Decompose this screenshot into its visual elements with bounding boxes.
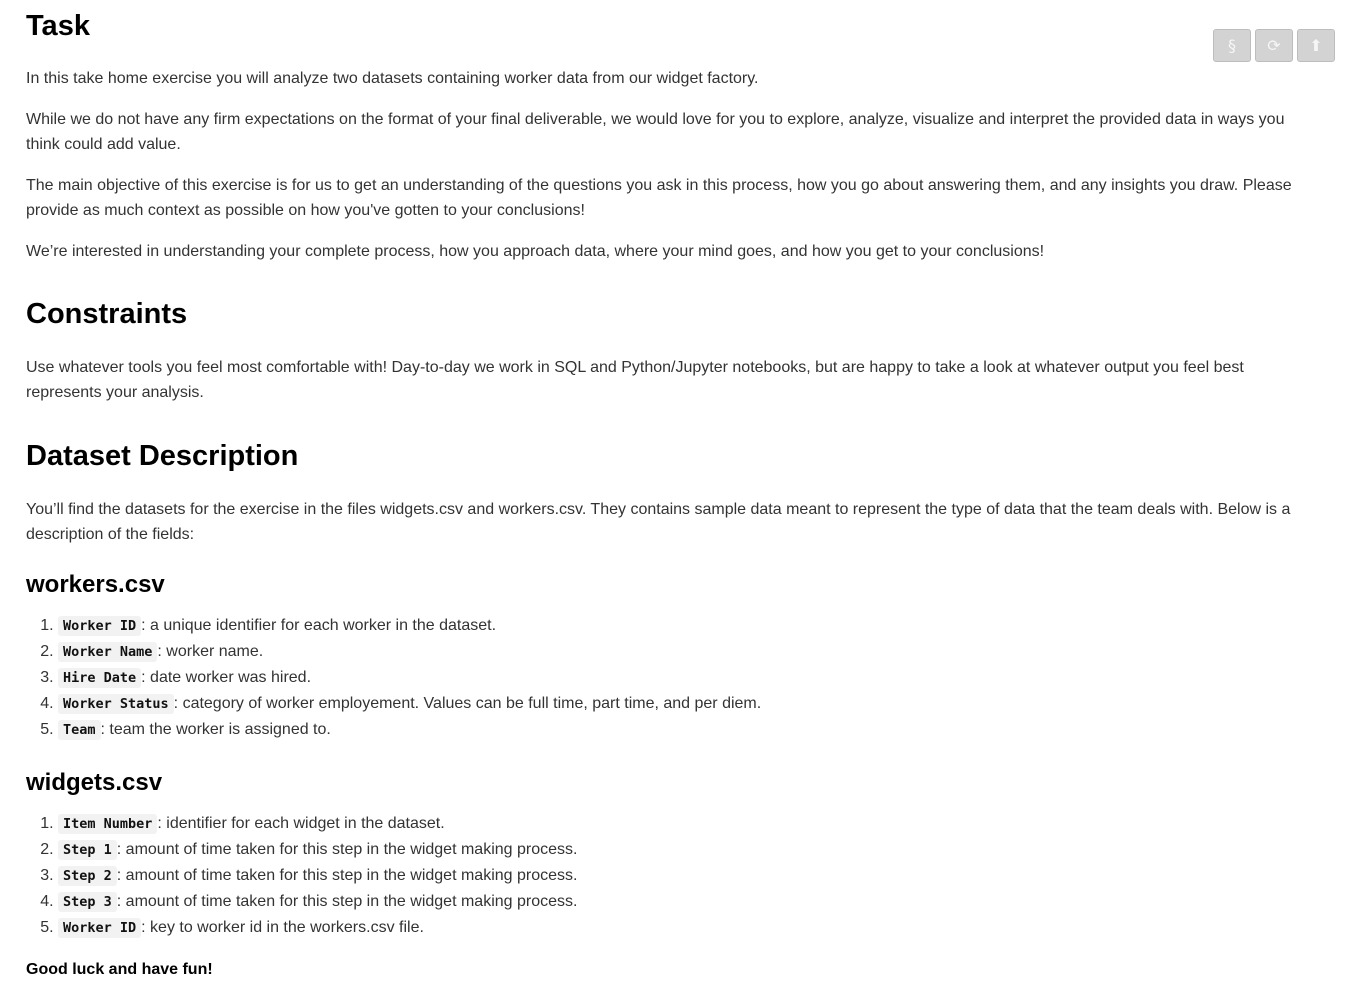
field-description: : date worker was hired. bbox=[141, 669, 312, 686]
closing-line: Good luck and have fun! bbox=[26, 961, 213, 978]
task-paragraph-1: In this take home exercise you will anal… bbox=[26, 70, 759, 87]
task-paragraph-4: We’re interested in understanding your c… bbox=[26, 243, 1045, 260]
field-name: Team bbox=[58, 720, 101, 740]
field-name: Worker Name bbox=[58, 642, 158, 662]
list-item: Worker ID: a unique identifier for each … bbox=[58, 613, 1318, 639]
field-name: Step 1 bbox=[58, 840, 117, 860]
constraints-paragraph: Use whatever tools you feel most comfort… bbox=[26, 359, 1244, 401]
field-description: : amount of time taken for this step in … bbox=[116, 841, 578, 858]
field-name: Step 3 bbox=[58, 892, 117, 912]
list-item: Worker Name: worker name. bbox=[58, 639, 1318, 665]
field-description: : key to worker id in the workers.csv fi… bbox=[141, 919, 424, 936]
field-description: : amount of time taken for this step in … bbox=[116, 867, 578, 884]
list-item: Step 2: amount of time taken for this st… bbox=[58, 863, 1318, 889]
task-paragraph-3: The main objective of this exercise is f… bbox=[26, 177, 1292, 219]
list-item: Hire Date: date worker was hired. bbox=[58, 665, 1318, 691]
list-item: Item Number: identifier for each widget … bbox=[58, 811, 1318, 837]
widgets-heading: widgets.csv bbox=[26, 769, 163, 796]
workers-field-list: Worker ID: a unique identifier for each … bbox=[26, 613, 1318, 743]
field-name: Worker ID bbox=[58, 918, 142, 938]
workers-heading: workers.csv bbox=[26, 571, 165, 598]
list-item: Worker ID: key to worker id in the worke… bbox=[58, 915, 1318, 941]
field-description: : team the worker is assigned to. bbox=[100, 721, 331, 738]
field-description: : amount of time taken for this step in … bbox=[116, 893, 578, 910]
dataset-heading: Dataset Description bbox=[26, 440, 299, 472]
list-item: Step 3: amount of time taken for this st… bbox=[58, 889, 1318, 915]
field-name: Item Number bbox=[58, 814, 158, 834]
list-item: Team: team the worker is assigned to. bbox=[58, 717, 1318, 743]
document-body: Task In this take home exercise you will… bbox=[26, 0, 1318, 982]
field-description: : a unique identifier for each worker in… bbox=[141, 617, 497, 634]
list-item: Worker Status: category of worker employ… bbox=[58, 691, 1318, 717]
field-name: Worker ID bbox=[58, 616, 142, 636]
field-description: : category of worker employement. Values… bbox=[173, 695, 762, 712]
field-name: Worker Status bbox=[58, 694, 174, 714]
field-description: : worker name. bbox=[157, 643, 264, 660]
field-description: : identifier for each widget in the data… bbox=[157, 815, 445, 832]
field-name: Step 2 bbox=[58, 866, 117, 886]
list-item: Step 1: amount of time taken for this st… bbox=[58, 837, 1318, 863]
widgets-field-list: Item Number: identifier for each widget … bbox=[26, 811, 1318, 941]
constraints-heading: Constraints bbox=[26, 298, 188, 330]
dataset-paragraph: You’ll find the datasets for the exercis… bbox=[26, 501, 1291, 543]
field-name: Hire Date bbox=[58, 668, 142, 688]
task-paragraph-2: While we do not have any firm expectatio… bbox=[26, 111, 1285, 153]
task-heading: Task bbox=[26, 10, 90, 42]
